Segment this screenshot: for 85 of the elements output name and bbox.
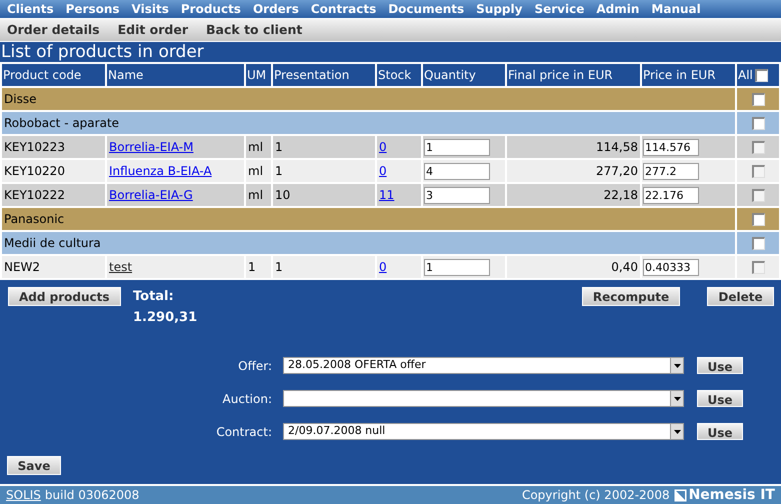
quantity-field[interactable]: 1 (424, 259, 490, 276)
page-title: List of products in order (0, 42, 205, 62)
use-button[interactable]: Use (697, 423, 743, 440)
unit-text: ml (248, 140, 264, 154)
presentation-text: 1 (275, 140, 283, 154)
supplier-name: Disse (4, 92, 36, 106)
use-button[interactable]: Use (697, 357, 743, 374)
checkbox[interactable] (752, 141, 764, 154)
product-code: KEY10223 (4, 140, 65, 154)
menu-item[interactable]: Admin (596, 0, 640, 18)
price-field[interactable]: 0.40333 (643, 259, 699, 276)
use-button[interactable]: Use (697, 390, 743, 407)
checkbox[interactable] (752, 117, 764, 130)
menu-item[interactable]: Orders (252, 0, 299, 18)
column-header: UM (247, 68, 266, 82)
price-field[interactable]: 277.2 (643, 163, 699, 180)
final-price: 0,40 (611, 260, 638, 274)
menu-item[interactable]: Supply (476, 0, 522, 18)
menu-item[interactable]: Service (534, 0, 584, 18)
solis-link[interactable]: SOLIS (6, 486, 41, 504)
select-label: Contract: (215, 424, 272, 440)
final-price: 114,58 (596, 140, 638, 154)
total-label: Total: (133, 288, 174, 306)
sub-menu-item[interactable]: Order details (7, 20, 100, 40)
product-link[interactable]: test (109, 260, 132, 274)
quantity-field[interactable]: 1 (424, 139, 490, 156)
menu-item[interactable]: Products (180, 0, 241, 18)
final-price: 277,20 (596, 164, 638, 178)
menu-item[interactable]: Manual (651, 0, 701, 18)
add-products-button[interactable]: Add products (8, 287, 121, 306)
logo-icon (674, 488, 687, 502)
unit-text: 1 (248, 260, 256, 274)
stock-link[interactable]: 0 (379, 164, 387, 178)
sub-menu-item[interactable]: Edit order (118, 20, 188, 40)
price-field[interactable]: 114.576 (643, 139, 699, 156)
product-code: KEY10220 (4, 164, 65, 178)
checkbox[interactable] (754, 69, 768, 82)
product-code: KEY10222 (4, 188, 65, 202)
build-text: build 03062008 (44, 487, 140, 504)
column-header: Product code (3, 68, 82, 82)
dropdown-field[interactable]: 2/09.07.2008 null (283, 423, 684, 440)
final-price: 22,18 (604, 188, 638, 202)
column-header: Stock (378, 68, 412, 82)
menu-item[interactable]: Clients (7, 0, 54, 18)
sub-menu-item[interactable]: Back to client (206, 20, 302, 40)
checkbox[interactable] (752, 165, 764, 178)
checkbox[interactable] (752, 189, 764, 202)
dropdown-field[interactable] (283, 390, 684, 407)
quantity-field[interactable]: 3 (424, 187, 490, 204)
product-code: NEW2 (4, 260, 40, 274)
column-header: Price in EUR (643, 68, 716, 82)
brand-name: Nemesis IT (688, 486, 775, 504)
checkbox[interactable] (752, 213, 764, 226)
column-header: Final price in EUR (508, 68, 613, 82)
column-header: All (738, 68, 753, 82)
category-name: Robobact - aparate (4, 116, 120, 130)
menu-item[interactable]: Contracts (310, 0, 376, 18)
column-header: Name (108, 68, 144, 82)
checkbox[interactable] (752, 93, 764, 106)
recompute-button[interactable]: Recompute (582, 287, 680, 306)
unit-text: ml (248, 188, 264, 202)
category-name: Medii de cultura (4, 236, 101, 250)
presentation-text: 1 (275, 260, 283, 274)
presentation-text: 10 (275, 188, 290, 202)
stock-link[interactable]: 0 (379, 260, 387, 274)
column-header: Presentation (274, 68, 350, 82)
column-header: Quantity (424, 68, 476, 82)
presentation-text: 1 (275, 164, 283, 178)
quantity-field[interactable]: 4 (424, 163, 490, 180)
price-field[interactable]: 22.176 (643, 187, 699, 204)
select-label: Auction: (222, 390, 272, 408)
checkbox[interactable] (752, 237, 764, 250)
total-value: 1.290,31 (133, 309, 198, 327)
unit-text: ml (248, 164, 264, 178)
menu-item[interactable]: Visits (132, 0, 169, 18)
menu-item[interactable]: Documents (388, 0, 464, 18)
copyright-text: Copyright (c) 2002-2008 (522, 487, 670, 504)
supplier-name: Panasonic (4, 212, 64, 226)
save-button[interactable]: Save (7, 456, 61, 475)
select-label: Offer: (237, 358, 272, 374)
dropdown-field[interactable]: 28.05.2008 OFERTA offer (283, 357, 684, 374)
stock-link[interactable]: 0 (379, 140, 387, 154)
delete-button[interactable]: Delete (707, 287, 774, 306)
menu-item[interactable]: Persons (66, 0, 120, 18)
checkbox[interactable] (752, 261, 764, 274)
